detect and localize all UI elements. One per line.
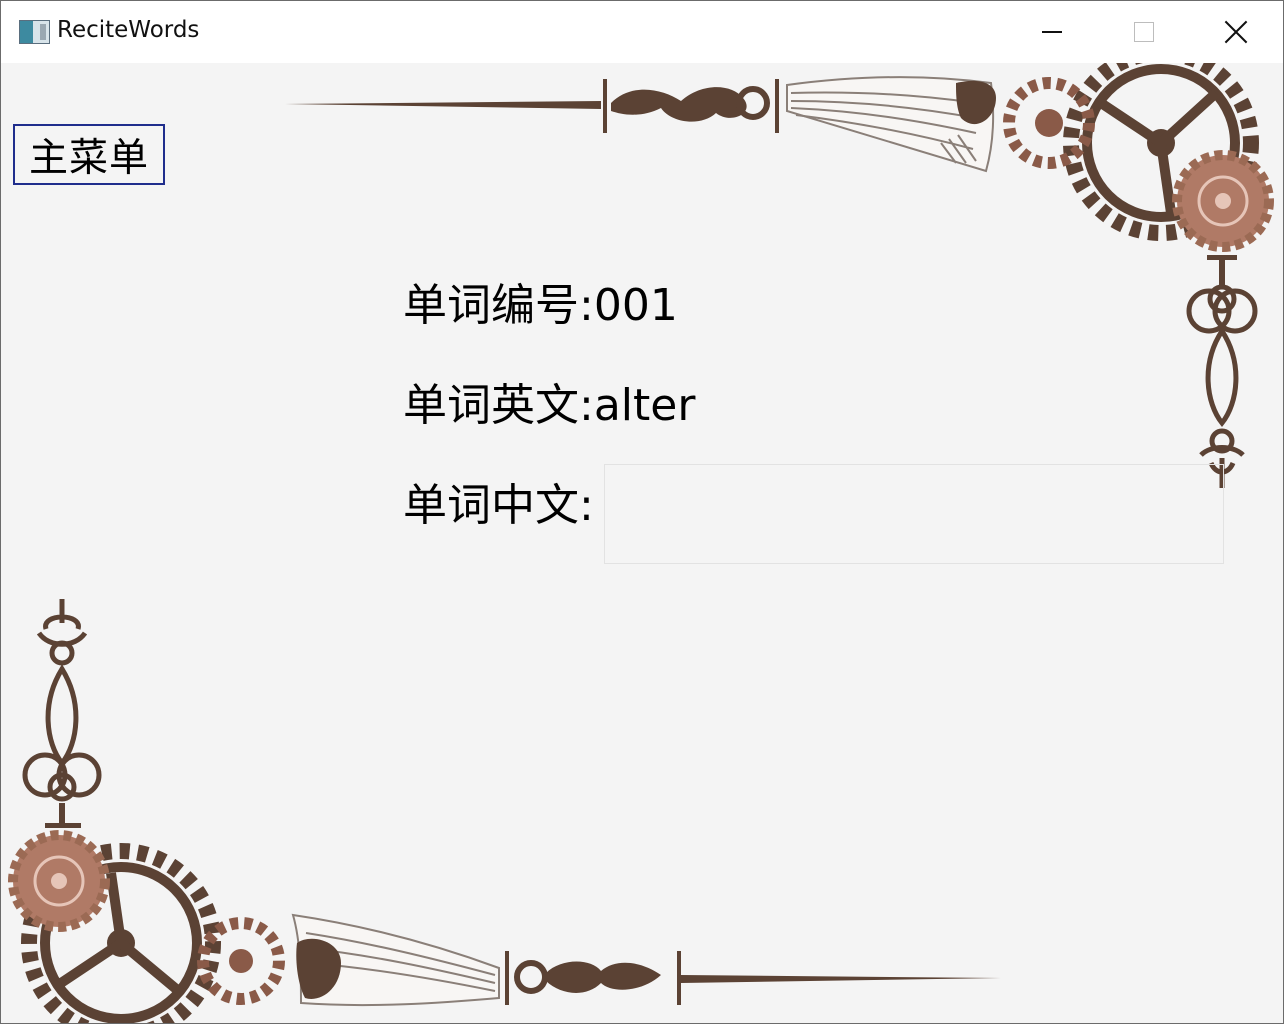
bottom-left-gears [8,830,285,1023]
right-finial-ornament [1186,255,1258,488]
top-wing-ornament [786,76,996,173]
bottom-spear-ornament [505,951,1001,1005]
bottom-wing-ornament [291,913,500,1007]
word-number-value: 001 [593,280,678,331]
left-finial-ornament [22,599,102,828]
window-title: ReciteWords [57,17,200,43]
minimize-button[interactable] [1006,1,1098,63]
close-button[interactable] [1190,1,1282,63]
top-spear-ornament [285,79,779,133]
word-english-value: alter [593,380,696,431]
top-right-gears [1003,63,1274,252]
title-bar[interactable]: ReciteWords [1,1,1283,63]
word-chinese-label: 单词中文: [403,480,594,531]
close-icon [1224,20,1248,44]
word-number-row: 单词编号:001 [403,269,678,333]
minimize-icon [1042,31,1062,33]
app-window: ReciteWords 主菜单 单词编号:001 单词英文:alter 单词中文… [0,0,1284,1024]
word-english-label: 单词英文: [403,380,594,431]
maximize-button[interactable] [1098,1,1190,63]
maximize-icon [1134,22,1154,42]
main-menu-button[interactable]: 主菜单 [13,124,165,185]
word-chinese-input[interactable] [604,464,1224,564]
word-english-row: 单词英文:alter [403,369,695,433]
word-number-label: 单词编号: [403,280,594,331]
main-content: 主菜单 单词编号:001 单词英文:alter 单词中文: [1,63,1283,1023]
app-icon [19,20,50,44]
